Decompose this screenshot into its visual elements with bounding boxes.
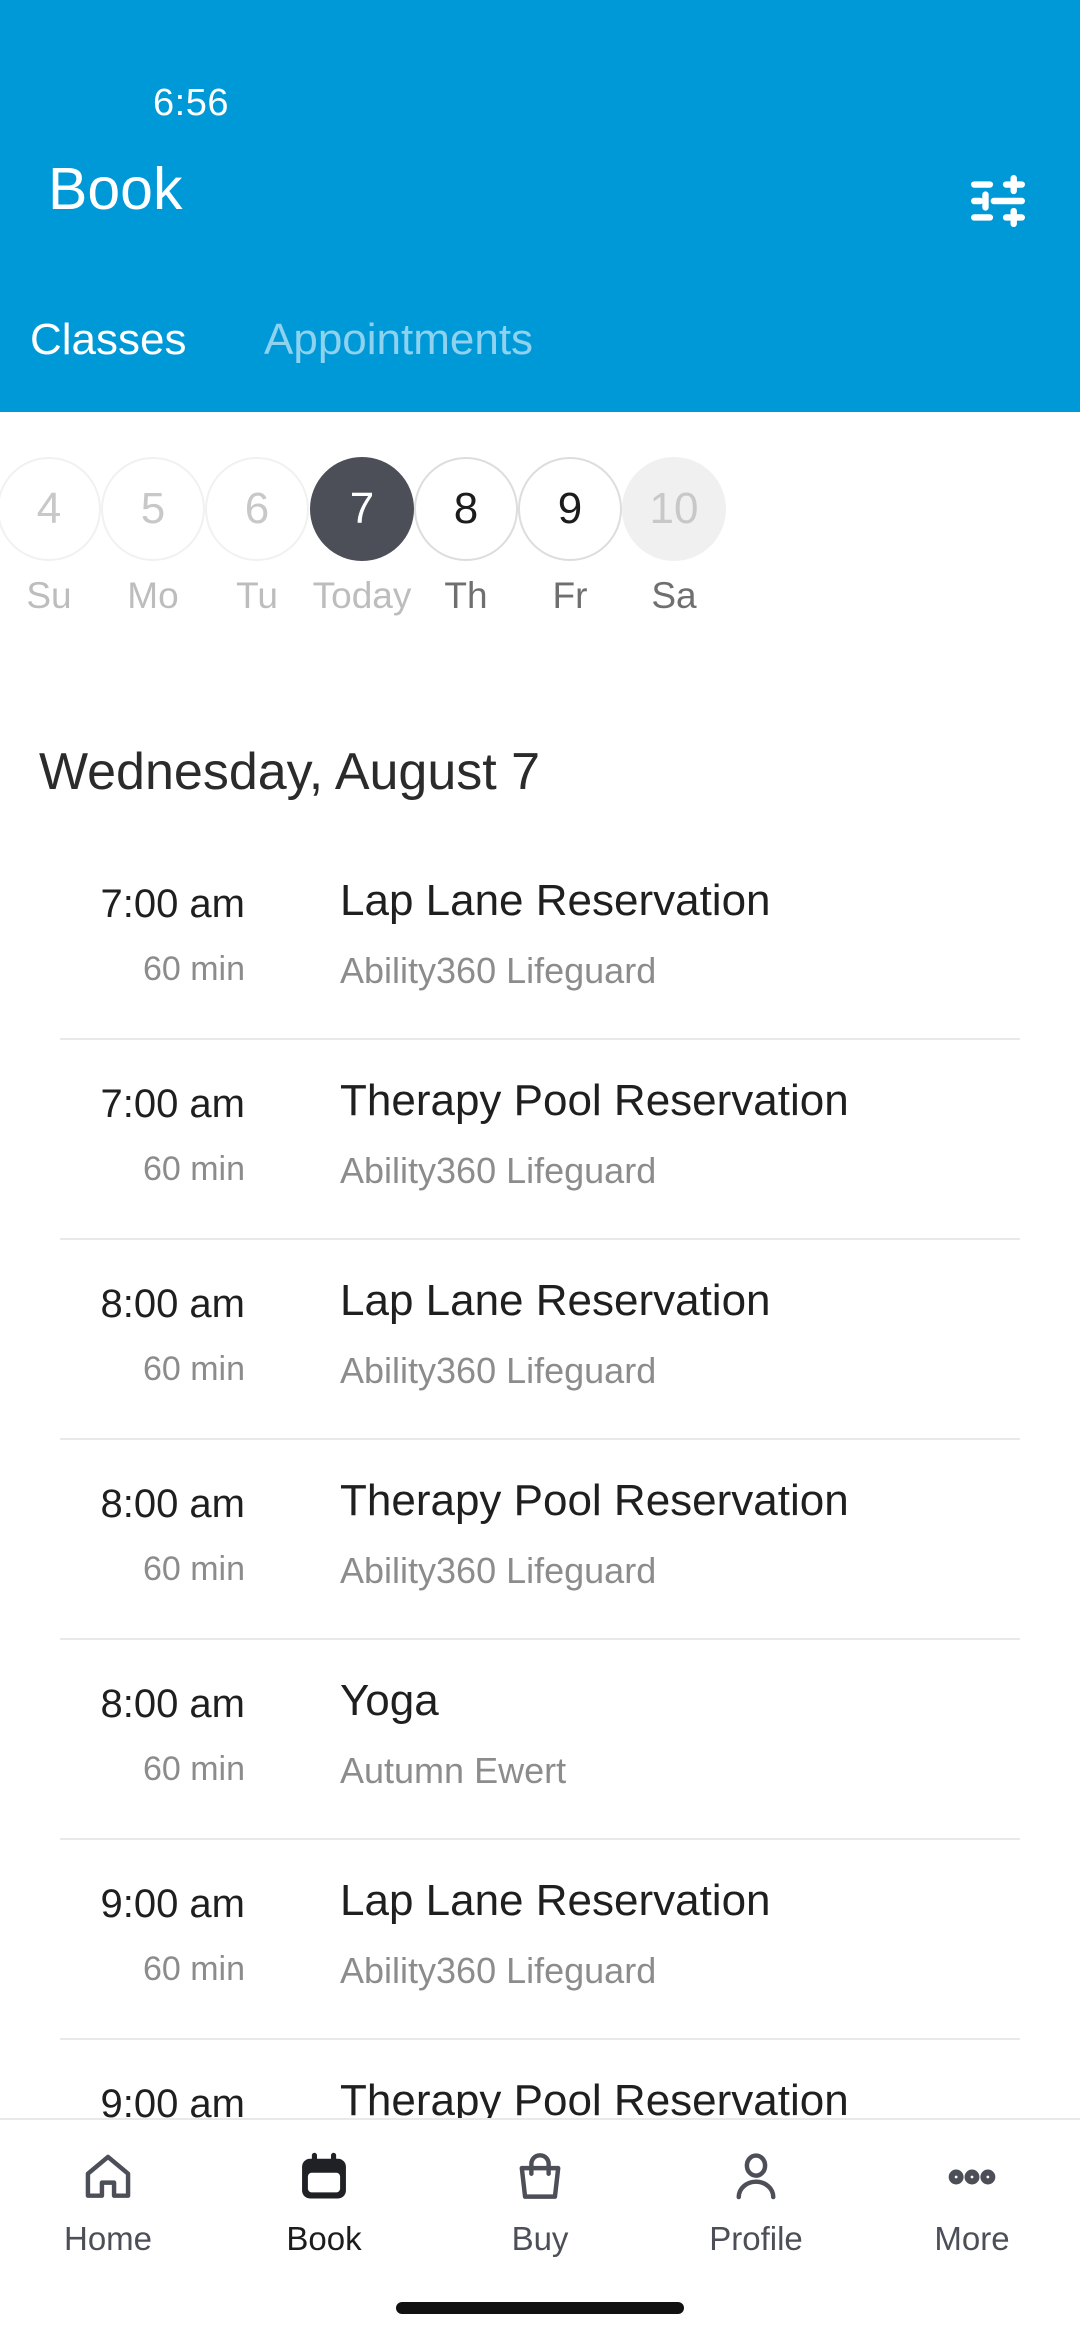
date-weekday: Th [444, 575, 488, 616]
nav-item-profile[interactable]: Profile [648, 2120, 864, 2280]
nav-label: More [934, 2220, 1010, 2257]
nav-item-book[interactable]: Book [216, 2120, 432, 2280]
row-divider [60, 1238, 1020, 1240]
status-bar-time: 6:56 [153, 82, 229, 124]
class-duration: 60 min [142, 1550, 245, 1588]
person-icon [728, 2146, 784, 2208]
filter-button[interactable] [956, 167, 1040, 239]
date-circle: 6 [205, 457, 309, 561]
more-dots-icon [944, 2146, 1000, 2208]
date-circle: 4 [0, 457, 101, 561]
date-item-10[interactable]: 10 Sa [622, 457, 726, 617]
nav-label: Buy [511, 2220, 569, 2257]
calendar-icon [296, 2146, 352, 2208]
date-circle: 7 [310, 457, 414, 561]
class-instructor: Ability360 Lifeguard [340, 1150, 657, 1191]
home-icon [80, 2146, 136, 2208]
class-time: 9:00 am [100, 1882, 245, 1926]
class-list-item[interactable]: 7:00 am 60 min Lap Lane Reservation Abil… [0, 838, 1080, 1038]
class-title: Lap Lane Reservation [340, 1876, 771, 1925]
row-divider [60, 1638, 1020, 1640]
date-weekday: Su [26, 575, 72, 616]
app-bar: Book [0, 155, 1080, 265]
date-item-7-today[interactable]: 7 Today [310, 457, 414, 617]
class-duration: 60 min [142, 1750, 245, 1788]
tab-appointments[interactable]: Appointments [264, 315, 533, 365]
nav-item-more[interactable]: More [864, 2120, 1080, 2280]
nav-label: Book [286, 2220, 362, 2257]
class-list-item[interactable]: 8:00 am 60 min Therapy Pool Reservation … [0, 1438, 1080, 1638]
date-circle: 8 [414, 457, 518, 561]
class-list-item[interactable]: 8:00 am 60 min Lap Lane Reservation Abil… [0, 1238, 1080, 1438]
row-divider [60, 1838, 1020, 1840]
tab-classes[interactable]: Classes [30, 315, 187, 365]
date-circle: 5 [101, 457, 205, 561]
class-title: Therapy Pool Reservation [340, 1476, 849, 1525]
class-title: Lap Lane Reservation [340, 876, 771, 925]
nav-label: Profile [709, 2220, 803, 2257]
class-time: 8:00 am [100, 1282, 245, 1326]
status-bar: 6:56 [0, 40, 1080, 124]
class-title: Therapy Pool Reservation [340, 2076, 849, 2120]
class-list-item[interactable]: 9:00 am 60 min Therapy Pool Reservation … [0, 2038, 1080, 2120]
header-tabs: Classes Appointments [0, 315, 1080, 395]
date-weekday: Mo [127, 575, 179, 616]
bottom-navigation: Home Book Buy Profile More [0, 2118, 1080, 2340]
row-divider [60, 2038, 1020, 2040]
class-title: Yoga [340, 1676, 439, 1725]
class-duration: 60 min [142, 1350, 245, 1388]
date-item-9[interactable]: 9 Fr [518, 457, 622, 617]
nav-item-home[interactable]: Home [0, 2120, 216, 2280]
nav-label: Home [63, 2220, 153, 2257]
app-header: 6:56 Book Classes Appointments [0, 0, 1080, 412]
row-divider [60, 1438, 1020, 1440]
class-duration: 60 min [142, 1150, 245, 1188]
class-title: Therapy Pool Reservation [340, 1076, 849, 1125]
class-instructor: Ability360 Lifeguard [340, 1550, 657, 1591]
app-screen: 6:56 Book Classes Appointments 4 Su 5 Mo… [0, 0, 1080, 2340]
date-item-5[interactable]: 5 Mo [101, 457, 205, 617]
class-duration: 60 min [142, 1950, 245, 1988]
selected-date-heading: Wednesday, August 7 [39, 743, 541, 801]
class-title: Lap Lane Reservation [340, 1276, 771, 1325]
class-time: 7:00 am [100, 882, 245, 926]
date-item-6[interactable]: 6 Tu [205, 457, 309, 617]
date-item-8[interactable]: 8 Th [414, 457, 518, 617]
date-selector-strip[interactable]: 4 Su 5 Mo 6 Tu 7 Today 8 Th 9 Fr 10 Sa [0, 412, 1080, 657]
page-title: Book [48, 156, 183, 222]
class-list-item[interactable]: 8:00 am 60 min Yoga Autumn Ewert [0, 1638, 1080, 1838]
date-weekday: Sa [651, 575, 697, 616]
class-time: 7:00 am [100, 1082, 245, 1126]
class-instructor: Ability360 Lifeguard [340, 1350, 657, 1391]
class-time: 8:00 am [100, 1682, 245, 1726]
class-list-item[interactable]: 9:00 am 60 min Lap Lane Reservation Abil… [0, 1838, 1080, 2038]
class-time: 9:00 am [100, 2082, 245, 2120]
date-weekday: Fr [552, 575, 588, 616]
nav-item-buy[interactable]: Buy [432, 2120, 648, 2280]
home-indicator-bar [396, 2302, 684, 2314]
class-duration: 60 min [142, 950, 245, 988]
date-item-4[interactable]: 4 Su [0, 457, 101, 617]
sliders-filter-icon [967, 174, 1029, 233]
bag-icon [512, 2146, 568, 2208]
date-circle: 10 [622, 457, 726, 561]
class-time: 8:00 am [100, 1482, 245, 1526]
date-circle: 9 [518, 457, 622, 561]
row-divider [60, 1038, 1020, 1040]
date-weekday: Today [312, 575, 412, 616]
class-instructor: Ability360 Lifeguard [340, 1950, 657, 1991]
date-weekday: Tu [236, 575, 278, 616]
class-list[interactable]: 7:00 am 60 min Lap Lane Reservation Abil… [0, 838, 1080, 2120]
class-instructor: Ability360 Lifeguard [340, 950, 657, 991]
class-instructor: Autumn Ewert [340, 1750, 567, 1791]
class-list-item[interactable]: 7:00 am 60 min Therapy Pool Reservation … [0, 1038, 1080, 1238]
